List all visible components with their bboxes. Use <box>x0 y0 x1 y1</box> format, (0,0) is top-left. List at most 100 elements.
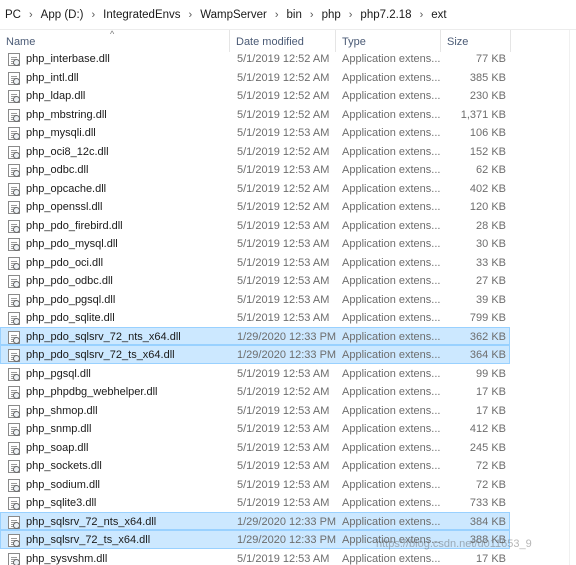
file-size: 27 KB <box>476 275 506 287</box>
file-row-selected[interactable]: php_pdo_sqlsrv_72_nts_x64.dll 1/29/2020 1… <box>0 326 510 345</box>
file-size: 28 KB <box>476 219 506 232</box>
file-date-modified: 5/1/2019 12:53 AM <box>237 219 330 232</box>
breadcrumb-item[interactable]: bin <box>284 9 305 21</box>
file-name: php_sqlite3.dll <box>26 497 97 509</box>
file-date-modified: 5/1/2019 12:53 AM <box>237 367 330 380</box>
file-row[interactable]: php_pdo_sqlite.dll 5/1/2019 12:53 AM Appli… <box>0 308 510 327</box>
breadcrumb-item[interactable]: PC <box>2 9 24 21</box>
dll-file-icon <box>8 497 20 510</box>
breadcrumb-separator-icon[interactable]: › <box>86 9 100 21</box>
file-row[interactable]: php_pdo_odbc.dll 5/1/2019 12:53 AM Applica… <box>0 271 510 290</box>
dll-file-icon <box>8 275 20 288</box>
file-size: 362 KB <box>469 330 506 343</box>
file-row[interactable]: php_pdo_firebird.dll 5/1/2019 12:53 AM App… <box>0 216 510 235</box>
file-row[interactable]: php_opcache.dll 5/1/2019 12:52 AM Applicat… <box>0 179 510 198</box>
file-type: Application extens... <box>342 164 441 176</box>
file-type: Application extens... <box>342 552 441 565</box>
file-list: php_interbase.dll 5/1/2019 12:52 AM Applic… <box>0 49 576 565</box>
dll-file-icon <box>8 386 20 399</box>
scrollbar-track[interactable] <box>569 30 570 565</box>
file-size: 152 KB <box>469 145 506 158</box>
file-type: Application extens... <box>342 441 441 454</box>
column-header-name-label: Name <box>6 36 36 48</box>
file-name: php_sqlsrv_72_nts_x64.dll <box>26 515 157 528</box>
breadcrumb-item[interactable]: ext <box>428 9 449 21</box>
file-date-modified: 5/1/2019 12:53 AM <box>237 312 330 324</box>
file-name: php_phpdbg_webhelper.dll <box>26 386 158 398</box>
file-date-modified: 5/1/2019 12:52 AM <box>237 90 330 102</box>
file-type: Application extens... <box>342 293 441 306</box>
column-header-size-label: Size <box>447 36 469 48</box>
file-size: 402 KB <box>469 182 506 195</box>
file-row[interactable]: php_sqlite3.dll 5/1/2019 12:53 AM Applicat… <box>0 493 510 512</box>
dll-file-icon <box>8 71 20 85</box>
file-row[interactable]: php_ldap.dll 5/1/2019 12:52 AM Application… <box>0 86 510 105</box>
watermark-text: https://blog.csdn.net/u011653_9 <box>376 538 532 550</box>
file-type: Application extens... <box>342 127 441 139</box>
file-row[interactable]: php_pdo_mysql.dll 5/1/2019 12:53 AM Applic… <box>0 234 510 253</box>
file-row[interactable]: php_odbc.dll 5/1/2019 12:53 AM Application… <box>0 160 510 179</box>
file-name: php_pdo_firebird.dll <box>26 219 123 232</box>
file-row[interactable]: php_soap.dll 5/1/2019 12:53 AM Application… <box>0 438 510 457</box>
dll-file-icon <box>8 53 20 66</box>
dll-file-icon <box>8 108 20 122</box>
dll-file-icon <box>8 404 20 418</box>
file-row-selected[interactable]: php_sqlsrv_72_nts_x64.dll 1/29/2020 12:33… <box>0 511 510 530</box>
file-date-modified: 5/1/2019 12:52 AM <box>237 145 330 158</box>
file-type: Application extens... <box>342 478 441 491</box>
file-row[interactable]: php_snmp.dll 5/1/2019 12:53 AM Application… <box>0 419 510 438</box>
file-name: php_openssl.dll <box>26 201 103 213</box>
file-size: 33 KB <box>476 256 506 269</box>
file-size: 1,371 KB <box>460 108 506 121</box>
file-type: Application extens... <box>342 256 441 269</box>
file-row[interactable]: php_sysvshm.dll 5/1/2019 12:53 AM Applicat… <box>0 549 510 565</box>
breadcrumb-separator-icon[interactable]: › <box>270 9 284 21</box>
file-size: 17 KB <box>476 552 506 565</box>
sort-up-icon: ^ <box>110 29 115 39</box>
dll-file-icon <box>8 460 20 473</box>
file-row[interactable]: php_openssl.dll 5/1/2019 12:52 AM Applicat… <box>0 197 510 216</box>
file-date-modified: 5/1/2019 12:53 AM <box>237 164 330 176</box>
breadcrumb-item[interactable]: WampServer <box>197 9 270 21</box>
file-type: Application extens... <box>342 497 441 509</box>
breadcrumb-separator-icon[interactable]: › <box>305 9 319 21</box>
file-row[interactable]: php_shmop.dll 5/1/2019 12:53 AM Applicatio… <box>0 401 510 420</box>
file-name: php_sysvshm.dll <box>26 552 108 565</box>
breadcrumb-separator-icon[interactable]: › <box>184 9 198 21</box>
file-row[interactable]: php_sockets.dll 5/1/2019 12:53 AM Applicat… <box>0 456 510 475</box>
file-type: Application extens... <box>342 312 441 324</box>
file-date-modified: 5/1/2019 12:52 AM <box>237 182 330 195</box>
dll-file-icon <box>8 552 20 565</box>
file-row[interactable]: php_pdo_pgsql.dll 5/1/2019 12:53 AM Applic… <box>0 290 510 309</box>
address-breadcrumb[interactable]: PC › App (D:) › IntegratedEnvs › WampServer › bi… <box>0 0 576 30</box>
breadcrumb-item[interactable]: IntegratedEnvs <box>100 9 183 21</box>
file-size: 72 KB <box>476 460 506 472</box>
file-row[interactable]: php_pgsql.dll 5/1/2019 12:53 AM Applicatio… <box>0 364 510 383</box>
file-row[interactable]: php_intl.dll 5/1/2019 12:52 AM Application… <box>0 68 510 87</box>
breadcrumb-separator-icon[interactable]: › <box>344 9 358 21</box>
file-date-modified: 5/1/2019 12:53 AM <box>237 423 330 435</box>
file-row[interactable]: php_mysqli.dll 5/1/2019 12:53 AM Applicati… <box>0 123 510 142</box>
dll-file-icon <box>8 201 20 214</box>
file-date-modified: 5/1/2019 12:53 AM <box>237 404 330 417</box>
file-row-selected[interactable]: php_pdo_sqlsrv_72_ts_x64.dll 1/29/2020 12… <box>0 345 510 364</box>
breadcrumb-item[interactable]: php7.2.18 <box>357 9 414 21</box>
breadcrumb-separator-icon[interactable]: › <box>415 9 429 21</box>
file-type: Application extens... <box>342 238 441 250</box>
file-row[interactable]: php_interbase.dll 5/1/2019 12:52 AM Applic… <box>0 49 510 68</box>
file-row[interactable]: php_mbstring.dll 5/1/2019 12:52 AM Applica… <box>0 105 510 124</box>
dll-file-icon <box>8 256 20 270</box>
file-date-modified: 5/1/2019 12:53 AM <box>237 238 330 250</box>
file-name: php_sockets.dll <box>26 460 102 472</box>
file-name: php_sqlsrv_72_ts_x64.dll <box>26 534 151 546</box>
file-row[interactable]: php_pdo_oci.dll 5/1/2019 12:53 AM Applicat… <box>0 253 510 272</box>
breadcrumb-item[interactable]: App (D:) <box>38 9 87 21</box>
file-row[interactable]: php_phpdbg_webhelper.dll 5/1/2019 12:52 A… <box>0 382 510 401</box>
breadcrumb-separator-icon[interactable]: › <box>24 9 38 21</box>
file-name: php_pgsql.dll <box>26 367 91 380</box>
file-row[interactable]: php_sodium.dll 5/1/2019 12:53 AM Applicati… <box>0 475 510 494</box>
dll-file-icon <box>8 441 20 455</box>
file-row[interactable]: php_oci8_12c.dll 5/1/2019 12:52 AM Applica… <box>0 142 510 161</box>
breadcrumb-item[interactable]: php <box>319 9 344 21</box>
file-size: 106 KB <box>469 127 506 139</box>
